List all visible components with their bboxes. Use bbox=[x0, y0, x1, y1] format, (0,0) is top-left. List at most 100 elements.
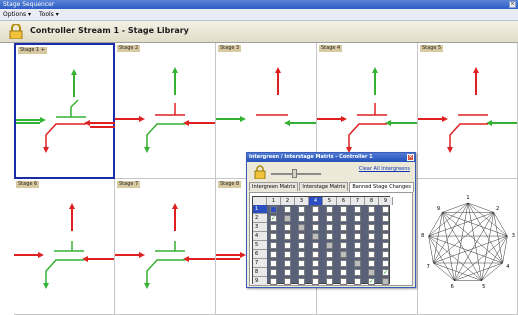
matrix-col-header[interactable]: 9 bbox=[379, 197, 393, 205]
banned-change-checkbox[interactable] bbox=[326, 278, 333, 285]
matrix-row-header[interactable]: 4 bbox=[253, 232, 267, 241]
banned-change-checkbox[interactable] bbox=[298, 278, 305, 285]
matrix-col-header[interactable]: 3 bbox=[295, 197, 309, 205]
banned-change-checkbox[interactable] bbox=[284, 251, 291, 258]
banned-change-checkbox[interactable] bbox=[312, 215, 319, 222]
banned-change-checkbox[interactable] bbox=[298, 251, 305, 258]
matrix-row-header[interactable]: 9 bbox=[253, 277, 267, 286]
banned-change-checkbox[interactable] bbox=[270, 260, 277, 267]
banned-change-checkbox[interactable] bbox=[326, 206, 333, 213]
banned-change-checkbox[interactable] bbox=[354, 278, 361, 285]
banned-change-checkbox[interactable] bbox=[326, 233, 333, 240]
banned-change-checkbox[interactable] bbox=[368, 242, 375, 249]
matrix-row-header[interactable]: 2 bbox=[253, 214, 267, 223]
close-icon[interactable]: × bbox=[509, 1, 516, 8]
banned-change-checkbox[interactable] bbox=[312, 242, 319, 249]
banned-change-checkbox[interactable] bbox=[382, 206, 389, 213]
banned-change-checkbox[interactable] bbox=[312, 206, 319, 213]
banned-change-checkbox[interactable]: ✓ bbox=[270, 215, 277, 222]
banned-change-checkbox[interactable] bbox=[312, 224, 319, 231]
matrix-row-header[interactable]: 8 bbox=[253, 268, 267, 277]
banned-change-checkbox[interactable] bbox=[298, 269, 305, 276]
matrix-diagonal-cell[interactable] bbox=[368, 269, 375, 276]
banned-change-checkbox[interactable] bbox=[340, 242, 347, 249]
banned-change-checkbox[interactable] bbox=[326, 215, 333, 222]
banned-change-checkbox[interactable]: ✓ bbox=[368, 278, 375, 285]
menu-tools[interactable]: Tools ▾ bbox=[36, 9, 62, 21]
banned-change-checkbox[interactable] bbox=[368, 233, 375, 240]
banned-change-checkbox[interactable] bbox=[284, 206, 291, 213]
close-icon[interactable]: × bbox=[407, 154, 414, 161]
banned-change-checkbox[interactable] bbox=[368, 260, 375, 267]
banned-change-checkbox[interactable] bbox=[368, 206, 375, 213]
banned-change-checkbox[interactable] bbox=[326, 269, 333, 276]
banned-change-checkbox[interactable] bbox=[284, 260, 291, 267]
banned-change-checkbox[interactable] bbox=[298, 206, 305, 213]
banned-change-checkbox[interactable]: ✓ bbox=[382, 269, 389, 276]
banned-change-checkbox[interactable] bbox=[284, 242, 291, 249]
banned-change-checkbox[interactable] bbox=[270, 269, 277, 276]
banned-change-checkbox[interactable] bbox=[298, 260, 305, 267]
banned-change-checkbox[interactable] bbox=[284, 269, 291, 276]
banned-change-checkbox[interactable] bbox=[368, 251, 375, 258]
banned-change-checkbox[interactable] bbox=[326, 224, 333, 231]
matrix-row-header[interactable]: 6 bbox=[253, 250, 267, 259]
matrix-col-header[interactable]: 7 bbox=[351, 197, 365, 205]
matrix-diagonal-cell[interactable] bbox=[340, 251, 347, 258]
banned-change-checkbox[interactable] bbox=[312, 269, 319, 276]
stage-card-5[interactable]: Stage 5 bbox=[418, 43, 518, 179]
stage-card-6[interactable]: Stage 6 bbox=[14, 179, 115, 315]
banned-change-checkbox[interactable] bbox=[284, 233, 291, 240]
matrix-col-header[interactable]: 8 bbox=[365, 197, 379, 205]
banned-change-checkbox[interactable] bbox=[270, 251, 277, 258]
menu-options[interactable]: Options ▾ bbox=[0, 9, 34, 21]
banned-change-checkbox[interactable] bbox=[298, 242, 305, 249]
matrix-diagonal-cell[interactable] bbox=[284, 215, 291, 222]
banned-change-checkbox[interactable] bbox=[382, 260, 389, 267]
banned-change-checkbox[interactable] bbox=[340, 233, 347, 240]
banned-change-checkbox[interactable] bbox=[382, 242, 389, 249]
matrix-col-header[interactable]: 6 bbox=[337, 197, 351, 205]
matrix-row-header[interactable]: 7 bbox=[253, 259, 267, 268]
matrix-col-header[interactable]: 1 bbox=[267, 197, 281, 205]
matrix-diagonal-cell[interactable] bbox=[354, 260, 361, 267]
lock-icon[interactable] bbox=[9, 24, 23, 39]
banned-change-checkbox[interactable] bbox=[354, 206, 361, 213]
zoom-slider-thumb[interactable] bbox=[292, 169, 297, 178]
clear-intergreens-link[interactable]: Clear All Intergreens bbox=[359, 166, 410, 172]
banned-change-checkbox[interactable] bbox=[340, 224, 347, 231]
banned-change-checkbox[interactable] bbox=[368, 224, 375, 231]
tab-interstage-matrix[interactable]: Interstage Matrix bbox=[299, 182, 349, 191]
stage-card-7[interactable]: Stage 7 bbox=[115, 179, 216, 315]
matrix-diagonal-cell[interactable] bbox=[382, 278, 389, 285]
banned-change-checkbox[interactable] bbox=[298, 233, 305, 240]
banned-change-checkbox[interactable] bbox=[340, 206, 347, 213]
banned-change-checkbox[interactable] bbox=[284, 278, 291, 285]
stage-card-2[interactable]: Stage 2 bbox=[115, 43, 216, 179]
matrix-row-header[interactable]: 1 bbox=[253, 205, 267, 214]
banned-change-checkbox[interactable] bbox=[340, 278, 347, 285]
banned-change-checkbox[interactable] bbox=[340, 215, 347, 222]
matrix-diagonal-cell[interactable] bbox=[270, 206, 277, 213]
banned-change-checkbox[interactable] bbox=[270, 278, 277, 285]
banned-change-checkbox[interactable] bbox=[354, 251, 361, 258]
banned-change-checkbox[interactable] bbox=[340, 269, 347, 276]
banned-change-checkbox[interactable] bbox=[312, 260, 319, 267]
banned-change-checkbox[interactable] bbox=[382, 215, 389, 222]
matrix-diagonal-cell[interactable] bbox=[312, 233, 319, 240]
matrix-col-header[interactable]: 2 bbox=[281, 197, 295, 205]
banned-change-checkbox[interactable] bbox=[340, 260, 347, 267]
lock-icon[interactable] bbox=[254, 165, 266, 179]
matrix-diagonal-cell[interactable] bbox=[298, 224, 305, 231]
banned-change-checkbox[interactable] bbox=[298, 215, 305, 222]
matrix-diagonal-cell[interactable] bbox=[326, 242, 333, 249]
banned-change-checkbox[interactable] bbox=[284, 224, 291, 231]
tab-intergreen-matrix[interactable]: Intergreen Matrix bbox=[249, 182, 299, 191]
banned-change-checkbox[interactable] bbox=[368, 215, 375, 222]
matrix-col-header[interactable]: 4 bbox=[309, 197, 323, 205]
banned-change-checkbox[interactable] bbox=[354, 215, 361, 222]
banned-change-checkbox[interactable] bbox=[354, 233, 361, 240]
banned-change-checkbox[interactable] bbox=[354, 224, 361, 231]
banned-change-checkbox[interactable] bbox=[270, 242, 277, 249]
banned-change-checkbox[interactable] bbox=[326, 251, 333, 258]
